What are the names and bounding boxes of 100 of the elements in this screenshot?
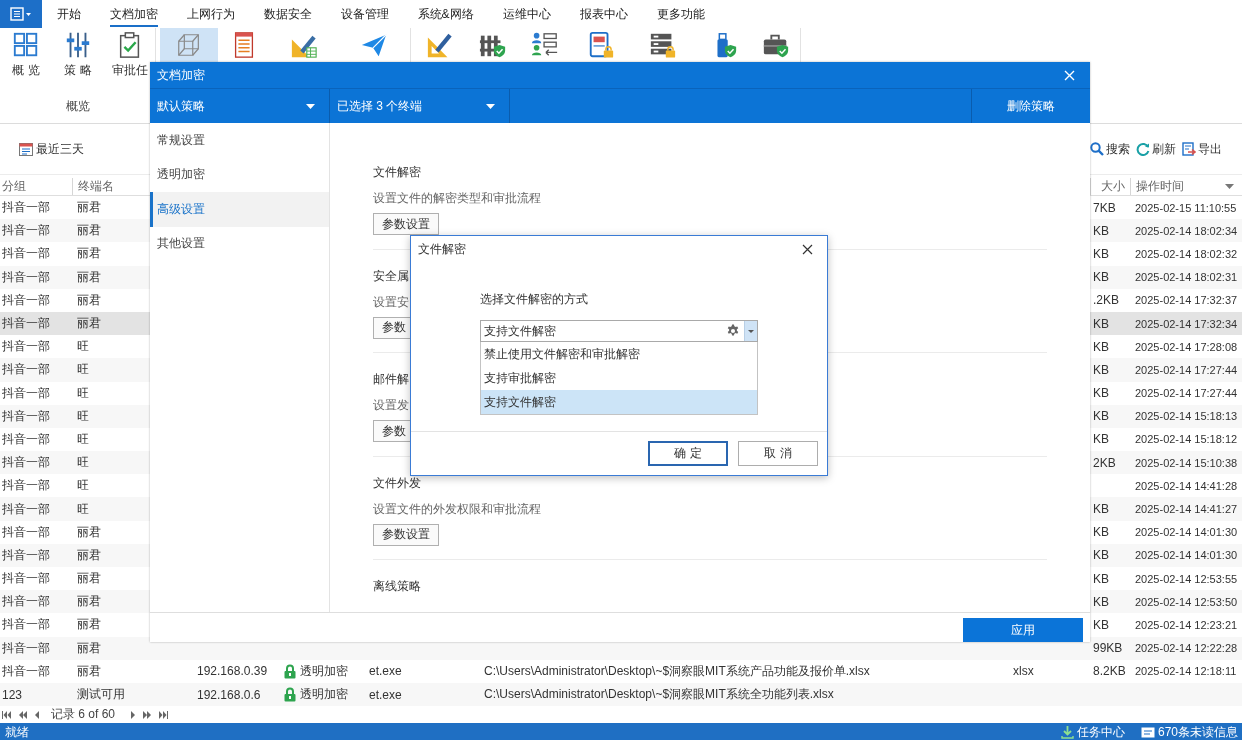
cancel-button[interactable]: 取 消 bbox=[738, 441, 818, 466]
table-cell: 2025-02-14 17:32:34 bbox=[1135, 317, 1238, 330]
table-cell: 2025-02-14 14:01:30 bbox=[1135, 549, 1238, 562]
table-cell: 抖音一部 bbox=[2, 338, 50, 356]
rewind-icon[interactable] bbox=[19, 710, 27, 719]
status-text: 就绪 bbox=[5, 723, 29, 740]
section-description: 设置安 bbox=[373, 293, 409, 310]
close-button[interactable] bbox=[802, 243, 813, 255]
menu-tab[interactable]: 设备管理 bbox=[326, 0, 403, 28]
decryption-mode-select[interactable]: 支持文件解密 bbox=[480, 320, 758, 342]
table-cell: 8.2KB bbox=[1093, 664, 1126, 679]
nav-item[interactable]: 透明加密 bbox=[150, 157, 329, 192]
table-cell: 丽君 bbox=[77, 291, 101, 309]
table-cell: 抖音一部 bbox=[2, 593, 50, 611]
app-menu-button[interactable] bbox=[0, 0, 42, 28]
search-icon bbox=[1090, 142, 1104, 156]
table-cell: 2025-02-14 18:02:34 bbox=[1135, 224, 1238, 237]
caret-icon bbox=[486, 103, 495, 109]
section-title: 文件外发 bbox=[373, 474, 421, 491]
column-header[interactable]: 终端名 bbox=[78, 178, 114, 195]
table-cell: 2025-02-14 15:18:13 bbox=[1135, 410, 1238, 423]
previous-icon[interactable] bbox=[35, 710, 39, 719]
table-cell: 2025-02-14 15:18:12 bbox=[1135, 433, 1238, 446]
ribbon-tool[interactable]: 概 览 bbox=[0, 28, 52, 90]
table-cell: 2025-02-14 18:02:32 bbox=[1135, 247, 1238, 260]
section-description: 设置发 bbox=[373, 397, 409, 413]
parameter-settings-button[interactable]: 参数设置 bbox=[373, 213, 439, 235]
delete-policy-button[interactable]: 删除策略 bbox=[972, 89, 1090, 123]
table-cell: 丽君 bbox=[77, 639, 101, 657]
window-list-icon bbox=[10, 7, 32, 21]
sort-caret-icon[interactable] bbox=[1225, 184, 1234, 189]
table-row[interactable]: 123 测试可用 192.168.0.6 透明加密 et.exe C:\Users\Administrator\Desktop\~$洞察眼MIT系统全功能列表.xlsx bbox=[0, 682, 1242, 707]
column-header[interactable]: 分组 bbox=[2, 178, 26, 195]
toolbar-button[interactable]: 刷新 bbox=[1136, 140, 1176, 158]
menu-tab[interactable]: 开始 bbox=[42, 0, 95, 28]
settings-icon bbox=[726, 324, 740, 338]
first-page-icon[interactable] bbox=[2, 710, 11, 719]
table-cell: 旺 bbox=[77, 338, 89, 356]
table-cell: 抖音一部 bbox=[2, 523, 50, 541]
table-cell: 丽君 bbox=[77, 546, 101, 564]
table-cell: 旺 bbox=[77, 361, 89, 379]
table-cell: 丽君 bbox=[77, 199, 101, 217]
toolbar-button[interactable]: 搜索 bbox=[1090, 140, 1130, 158]
table-cell: 抖音一部 bbox=[2, 199, 50, 217]
menu-tab[interactable]: 系统&网络 bbox=[403, 0, 488, 28]
export-icon bbox=[1182, 142, 1196, 156]
table-cell: 2025-02-14 17:32:37 bbox=[1135, 294, 1238, 307]
caret-icon bbox=[306, 103, 315, 109]
menu-tab[interactable]: 上网行为 bbox=[172, 0, 249, 28]
dropdown-option[interactable]: 支持文件解密 bbox=[481, 390, 757, 414]
record-count: 记录 6 of 60 bbox=[51, 706, 116, 724]
menu-tab[interactable]: 数据安全 bbox=[249, 0, 326, 28]
section-description: 设置文件的解密类型和审批流程 bbox=[373, 190, 541, 206]
apply-button[interactable]: 应用 bbox=[963, 618, 1083, 642]
terminal-dropdown[interactable]: 已选择 3 个终端 bbox=[330, 89, 510, 123]
nav-item[interactable]: 高级设置 bbox=[150, 192, 329, 227]
next-icon[interactable] bbox=[131, 710, 136, 719]
download-icon[interactable] bbox=[1060, 725, 1074, 739]
table-cell: 丽君 bbox=[77, 523, 101, 541]
table-cell: 2025-02-14 12:18:11 bbox=[1135, 665, 1237, 678]
table-cell: 抖音一部 bbox=[2, 639, 50, 657]
policy-dropdown[interactable]: 默认策略 bbox=[150, 89, 330, 123]
table-cell: 2025-02-14 12:53:50 bbox=[1135, 595, 1238, 608]
nav-item[interactable]: 其他设置 bbox=[150, 226, 329, 261]
menu-tab[interactable]: 报表中心 bbox=[565, 0, 642, 28]
menu-tab[interactable]: 文档加密 bbox=[95, 0, 172, 28]
unread-messages-link[interactable]: 670条未读信息 bbox=[1157, 723, 1238, 740]
ribbon-tool[interactable]: 策 略 bbox=[52, 28, 104, 90]
column-header[interactable]: 大小 bbox=[1101, 178, 1125, 195]
table-cell: 2025-02-14 14:01:30 bbox=[1135, 526, 1238, 539]
caret-icon bbox=[748, 329, 754, 333]
table-cell: 2025-02-14 17:27:44 bbox=[1135, 363, 1238, 376]
section-title: 文件解密 bbox=[373, 164, 421, 180]
message-icon[interactable] bbox=[1140, 726, 1155, 738]
date-filter-button[interactable]: 最近三天 bbox=[19, 140, 84, 158]
menu-tab[interactable]: 更多功能 bbox=[642, 0, 719, 28]
section-title: 离线策略 bbox=[373, 578, 421, 594]
task-center-link[interactable]: 任务中心 bbox=[1076, 723, 1125, 740]
table-cell: 旺 bbox=[77, 407, 89, 425]
dialog-title: 文件解密 bbox=[418, 240, 466, 258]
last-page-icon[interactable] bbox=[159, 710, 169, 719]
table-cell: 抖音一部 bbox=[2, 500, 50, 518]
column-header[interactable]: 操作时间 bbox=[1136, 178, 1184, 195]
refresh-icon bbox=[1136, 142, 1150, 156]
table-cell: 抖音一部 bbox=[2, 570, 50, 588]
nav-item[interactable]: 常规设置 bbox=[150, 123, 329, 158]
dropdown-arrow-button[interactable] bbox=[744, 321, 757, 341]
calendar-icon bbox=[19, 142, 33, 156]
toolbar-button[interactable]: 导出 bbox=[1182, 140, 1222, 158]
parameter-settings-button[interactable]: 参数设置 bbox=[373, 523, 439, 546]
menu-tab[interactable]: 运维中心 bbox=[488, 0, 565, 28]
confirm-button[interactable]: 确 定 bbox=[648, 441, 728, 466]
fast-forward-icon[interactable] bbox=[143, 710, 152, 719]
table-cell: 99KB bbox=[1093, 641, 1123, 656]
table-cell: .2KB bbox=[1093, 293, 1119, 308]
table-cell: 192.168.0.6 bbox=[197, 687, 261, 702]
table-cell: 测试可用 bbox=[77, 686, 125, 704]
table-cell: 丽君 bbox=[77, 315, 101, 333]
table-cell: 丽君 bbox=[77, 222, 101, 240]
table-cell: xlsx bbox=[1013, 664, 1034, 679]
